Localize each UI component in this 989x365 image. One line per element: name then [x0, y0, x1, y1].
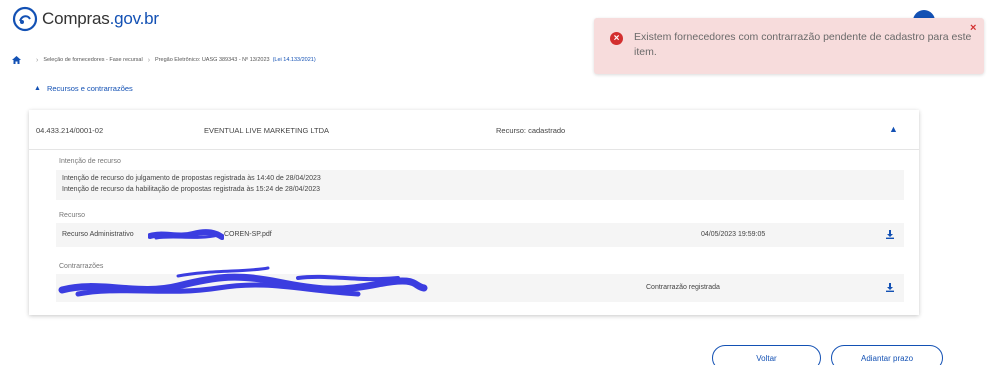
error-circle-icon: ×: [610, 32, 623, 45]
logo-text: Compras.gov.br: [42, 9, 159, 28]
recurso-status: Recurso: cadastrado: [496, 126, 566, 135]
recurso-label: Recurso: [59, 212, 86, 219]
toast-message: Existem fornecedores com contrarrazão pe…: [634, 31, 972, 58]
intencao-label: Intenção de recurso: [59, 158, 121, 165]
chevron-right-icon: ›: [147, 56, 151, 64]
recurso-row: Recurso Administrativo COREN-SP.pdf 04/0…: [56, 223, 904, 247]
download-icon[interactable]: [886, 230, 894, 239]
intencao-line: Intenção de recurso da habilitação de pr…: [62, 186, 321, 193]
redaction-scribble: [58, 266, 428, 297]
compras-logo-icon: [12, 6, 38, 32]
intencao-line: Intenção de recurso do julgamento de pro…: [62, 175, 321, 182]
error-toast: × Existem fornecedores com contrarrazão …: [594, 18, 984, 74]
section-toggle-recursos[interactable]: ▲ Recursos e contrarrazões: [34, 84, 133, 93]
company-name: EVENTUAL LIVE MARKETING LTDA: [204, 126, 330, 135]
card-header[interactable]: 04.433.214/0001-02 EVENTUAL LIVE MARKETI…: [29, 110, 919, 150]
breadcrumb-item[interactable]: Seleção de fornecedores - Fase recursal: [43, 57, 142, 63]
adiantar-prazo-button[interactable]: Adiantar prazo: [831, 345, 943, 365]
close-icon[interactable]: ×: [970, 22, 976, 34]
recurso-file-prefix: Recurso Administrativo: [62, 231, 134, 238]
redaction-scribble: [148, 229, 224, 240]
recurso-file-suffix[interactable]: COREN-SP.pdf: [224, 231, 272, 238]
logo[interactable]: Compras.gov.br: [12, 6, 159, 32]
contrarrazao-status: Contrarrazão registrada: [646, 284, 720, 291]
home-icon[interactable]: [12, 56, 21, 64]
contrarrazao-row: Contrarrazão registrada: [56, 266, 904, 302]
chevron-right-icon: ›: [36, 56, 39, 64]
intencao-box: Intenção de recurso do julgamento de pro…: [56, 170, 904, 200]
supplier-card: 04.433.214/0001-02 EVENTUAL LIVE MARKETI…: [29, 110, 919, 315]
voltar-button[interactable]: Voltar: [712, 345, 821, 365]
download-icon[interactable]: [886, 283, 894, 292]
cnpj: 04.433.214/0001-02: [36, 126, 104, 135]
chevron-up-icon: ▲: [34, 85, 41, 92]
section-toggle-label: Recursos e contrarrazões: [46, 84, 133, 93]
chevron-up-icon[interactable]: ▲: [889, 124, 898, 134]
breadcrumb: › Seleção de fornecedores - Fase recursa…: [12, 56, 316, 64]
breadcrumb-item: Pregão Eletrônico: UASG 389343 - Nº 13/2…: [155, 57, 270, 63]
recurso-timestamp: 04/05/2023 19:59:05: [701, 231, 766, 238]
law-link[interactable]: (Lei 14.133/2021): [273, 57, 316, 63]
